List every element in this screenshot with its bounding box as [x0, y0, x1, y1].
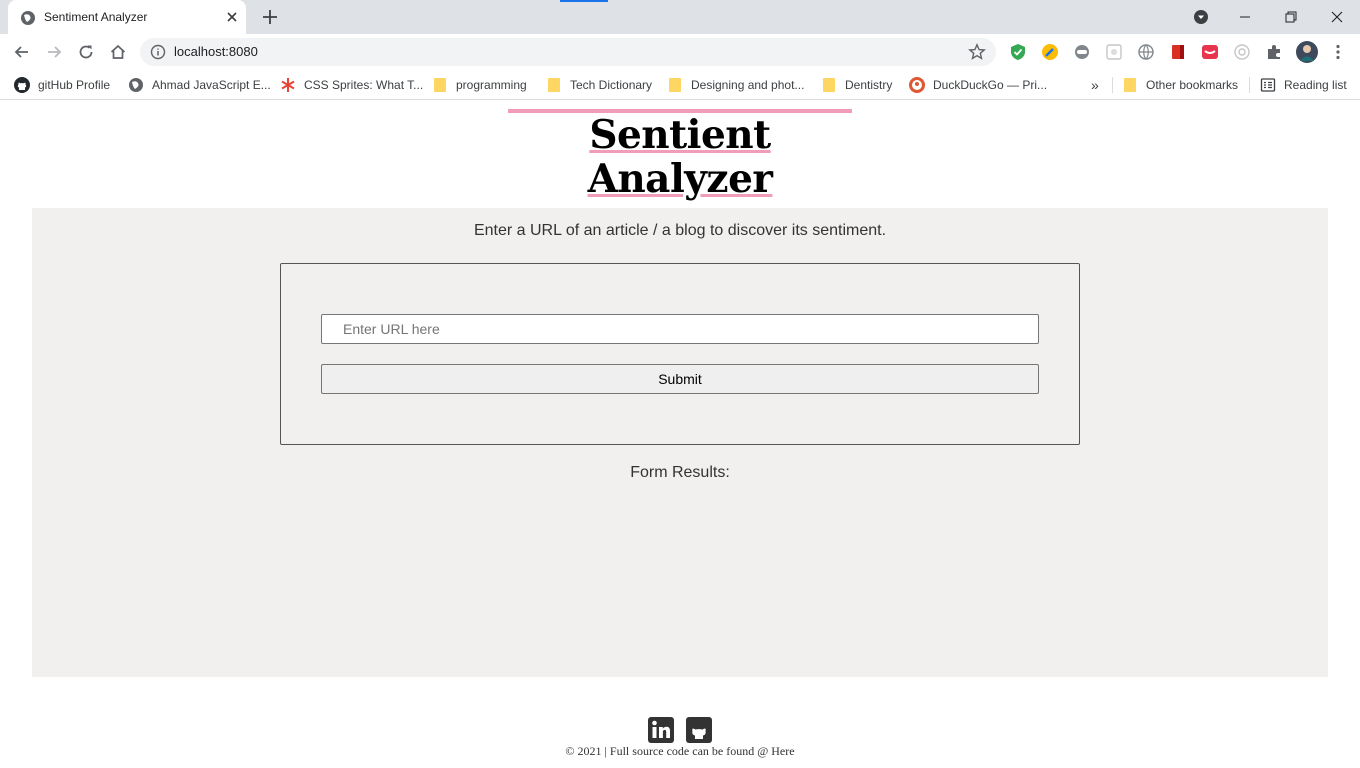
bookmarks-divider: [1249, 77, 1250, 93]
bookmark-other-bookmarks[interactable]: Other bookmarks: [1124, 76, 1238, 94]
reading-list-icon: [1260, 78, 1276, 92]
browser-toolbar: localhost:8080: [0, 34, 1360, 70]
chevron-down-circle-icon: [1194, 10, 1208, 24]
tab-strip-indicator: [560, 0, 608, 2]
overflow-chevron-icon: »: [1091, 77, 1099, 93]
address-bar[interactable]: localhost:8080: [140, 38, 996, 66]
close-icon[interactable]: [224, 9, 240, 25]
bookmark-folder-programming[interactable]: programming: [434, 76, 527, 94]
bookmark-css-sprites[interactable]: CSS Sprites: What T...: [280, 76, 423, 94]
reload-button[interactable]: [74, 40, 98, 64]
bookmark-label: Dentistry: [845, 78, 893, 92]
bookmark-label: programming: [456, 78, 527, 92]
close-icon: [1331, 11, 1343, 23]
box-extension-icon[interactable]: [1105, 43, 1123, 61]
restore-icon: [1285, 11, 1297, 23]
arrow-right-icon: [48, 46, 62, 58]
back-button[interactable]: [10, 40, 34, 64]
bookmark-label: CSS Sprites: What T...: [304, 78, 424, 92]
tab-title: Sentiment Analyzer: [44, 10, 148, 24]
tab-search-button[interactable]: [1178, 0, 1224, 34]
star-icon[interactable]: [968, 43, 986, 61]
footer-social-links: [648, 717, 712, 743]
bookmark-ahmad-javascript[interactable]: Ahmad JavaScript E...: [128, 76, 271, 94]
bookmark-folder-tech-dictionary[interactable]: Tech Dictionary: [548, 76, 652, 94]
restore-button[interactable]: [1268, 0, 1314, 34]
new-tab-icon[interactable]: [260, 7, 280, 27]
github-icon: [14, 77, 30, 93]
more-vert-icon[interactable]: [1329, 43, 1347, 61]
reload-icon: [79, 45, 93, 59]
bookmark-label: gitHub Profile: [38, 78, 111, 92]
folder-icon: [823, 78, 835, 92]
bookmarks-overflow-button[interactable]: »: [1091, 76, 1099, 94]
shield-icon[interactable]: [1009, 43, 1027, 61]
close-window-button[interactable]: [1314, 0, 1360, 34]
page-title-text: Sentient Analyzer: [587, 112, 773, 202]
address-text: localhost:8080: [174, 44, 258, 59]
avatar[interactable]: [1296, 41, 1318, 63]
asterisk-icon: [281, 78, 295, 92]
folder-icon: [1124, 78, 1136, 92]
page-content: Sentient Analyzer Enter a URL of an arti…: [0, 101, 1360, 768]
info-icon[interactable]: [150, 44, 166, 60]
page-title: Sentient Analyzer: [508, 109, 852, 201]
duckduckgo-icon: [909, 77, 925, 93]
mask-extension-icon[interactable]: [1073, 43, 1091, 61]
bookmark-folder-dentistry[interactable]: Dentistry: [823, 76, 892, 94]
globe-icon: [129, 78, 143, 92]
minimize-button[interactable]: [1222, 0, 1268, 34]
bookmarks-divider: [1112, 77, 1113, 93]
globe-icon[interactable]: [1137, 43, 1155, 61]
bookmarks-bar: gitHub Profile Ahmad JavaScript E... CSS…: [0, 70, 1360, 100]
forward-button[interactable]: [42, 40, 66, 64]
tab-strip: Sentiment Analyzer: [0, 0, 1360, 34]
home-icon: [110, 44, 126, 59]
folder-icon: [434, 78, 446, 92]
arrow-left-icon: [14, 46, 28, 58]
footer-copyright: © 2021 | Full source code can be found @…: [565, 744, 795, 758]
globe-icon: [21, 11, 35, 25]
url-form: Submit: [280, 263, 1080, 445]
minimize-icon: [1240, 16, 1250, 18]
bookmark-label: Ahmad JavaScript E...: [152, 78, 271, 92]
reading-list-button[interactable]: Reading list: [1260, 76, 1347, 94]
tab-sentiment-analyzer[interactable]: Sentiment Analyzer: [8, 0, 246, 34]
save-extension-icon[interactable]: [1201, 43, 1219, 61]
reading-list-label: Reading list: [1284, 78, 1347, 92]
submit-button[interactable]: Submit: [321, 364, 1039, 394]
puzzle-icon[interactable]: [1265, 43, 1283, 61]
target-extension-icon[interactable]: [1233, 43, 1251, 61]
bookmark-label: Tech Dictionary: [570, 78, 653, 92]
pencil-extension-icon[interactable]: [1041, 43, 1059, 61]
bookmark-label: DuckDuckGo — Pri...: [933, 78, 1048, 92]
bookmark-github-profile[interactable]: gitHub Profile: [14, 76, 110, 94]
bookmark-label: Designing and phot...: [691, 78, 805, 92]
home-button[interactable]: [106, 40, 130, 64]
intro-text: Enter a URL of an article / a blog to di…: [473, 222, 887, 239]
bookmark-label: Other bookmarks: [1146, 78, 1239, 92]
bookmark-duckduckgo[interactable]: DuckDuckGo — Pri...: [909, 76, 1047, 94]
folder-icon: [548, 78, 560, 92]
form-results-label: Form Results:: [630, 464, 730, 481]
folder-icon: [669, 78, 681, 92]
main-panel: Enter a URL of an article / a blog to di…: [32, 208, 1328, 677]
url-input[interactable]: [321, 314, 1039, 344]
linkedin-icon[interactable]: [648, 717, 674, 743]
github-icon[interactable]: [686, 717, 712, 743]
bookmark-folder-designing[interactable]: Designing and phot...: [669, 76, 804, 94]
book-icon[interactable]: [1169, 43, 1187, 61]
